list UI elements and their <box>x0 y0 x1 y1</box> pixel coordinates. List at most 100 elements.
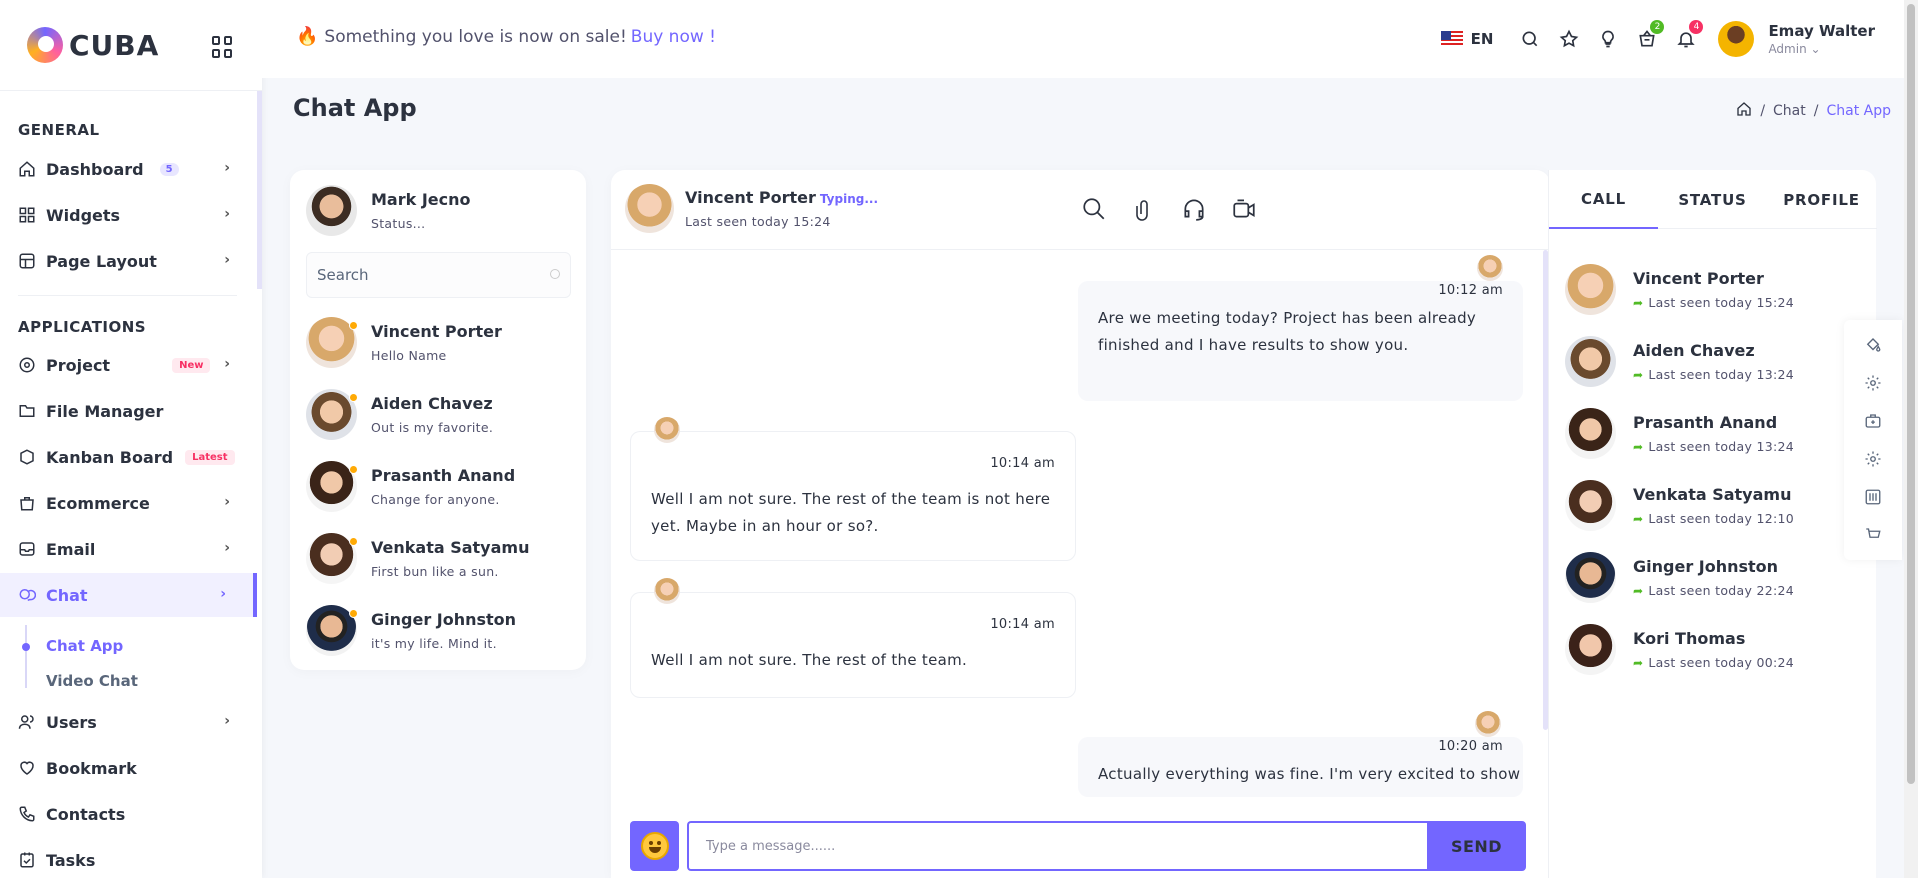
sidebar-item-email[interactable]: Email › <box>0 527 257 571</box>
call-item[interactable]: Vincent Porter ➦ Last seen today 15:24 <box>1565 264 1794 315</box>
medical-box-icon[interactable] <box>1864 412 1882 430</box>
latest-badge: Latest <box>185 449 235 465</box>
message-text: Are we meeting today? Project has been a… <box>1098 309 1477 354</box>
video-camera-icon[interactable] <box>1229 194 1259 224</box>
call-item[interactable]: Aiden Chavez ➦ Last seen today 13:24 <box>1565 336 1794 387</box>
chevron-right-icon: › <box>224 252 230 268</box>
avatar <box>306 533 358 584</box>
paperclip-icon[interactable] <box>1129 194 1159 224</box>
emoji-button[interactable] <box>630 821 679 871</box>
home-icon[interactable] <box>1736 101 1752 121</box>
sidebar-item-label: Contacts <box>46 804 126 824</box>
paint-bucket-icon[interactable] <box>1864 336 1882 354</box>
contact-status: it's my life. Mind it. <box>371 636 497 651</box>
email-icon <box>18 540 36 558</box>
message-input[interactable]: Type a message...... <box>687 821 1427 871</box>
message-time: 10:12 am <box>1438 283 1503 298</box>
call-item[interactable]: Venkata Satyamu ➦ Last seen today 12:10 <box>1565 480 1794 531</box>
contact-status: Out is my favorite. <box>371 420 494 435</box>
contact-search-input[interactable]: Search <box>306 252 571 298</box>
buy-now-link[interactable]: Buy now ! <box>631 27 716 47</box>
call-item[interactable]: Kori Thomas ➦ Last seen today 00:24 <box>1565 624 1794 675</box>
user-menu[interactable]: Emay Walter Admin ⌄ <box>1768 22 1875 56</box>
avatar <box>1565 552 1616 603</box>
cart-icon[interactable]: 2 <box>1636 20 1665 50</box>
sidebar-item-contacts[interactable]: Contacts <box>0 792 257 836</box>
message-placeholder: Type a message...... <box>706 838 836 854</box>
sidebar-scrollbar[interactable] <box>257 91 262 289</box>
sidebar-item-bookmark[interactable]: Bookmark <box>0 746 257 790</box>
sidebar-item-page-layout[interactable]: Page Layout › <box>0 239 257 283</box>
avatar <box>1565 336 1616 387</box>
sidebar-item-label: Page Layout <box>46 251 157 271</box>
contact-item[interactable]: Aiden Chavez Out is my favorite. <box>306 389 493 440</box>
sidebar-item-file-manager[interactable]: File Manager <box>0 389 257 433</box>
sidebar-item-dashboard[interactable]: Dashboard 5 › <box>0 147 257 191</box>
sidebar-item-tasks[interactable]: Tasks <box>0 838 257 878</box>
settings-icon[interactable] <box>1864 450 1882 468</box>
call-name: Aiden Chavez <box>1633 341 1755 360</box>
header-actions: EN 2 4 Emay Walter Admin ⌄ <box>1440 0 1875 78</box>
cart-icon[interactable] <box>1864 526 1882 544</box>
tab-profile[interactable]: PROFILE <box>1767 170 1876 229</box>
outgoing-arrow-icon: ➦ <box>1633 655 1644 670</box>
contact-item[interactable]: Vincent Porter Hello Name <box>306 317 502 368</box>
window-scrollbar[interactable] <box>1904 0 1918 878</box>
sidebar-divider <box>18 295 237 296</box>
call-item[interactable]: Prasanth Anand ➦ Last seen today 13:24 <box>1565 408 1794 459</box>
tab-status[interactable]: STATUS <box>1658 170 1767 229</box>
bell-icon[interactable]: 4 <box>1675 20 1704 50</box>
call-name: Vincent Porter <box>1633 269 1764 288</box>
us-flag-icon[interactable] <box>1440 31 1463 47</box>
my-profile[interactable]: Mark Jecno Status... <box>306 185 471 236</box>
tab-call[interactable]: CALL <box>1549 170 1658 229</box>
avatar <box>1477 255 1503 281</box>
sidebar-subitem-video-chat[interactable]: Video Chat <box>46 672 138 690</box>
sidebar-subitem-chat-app[interactable]: Chat App <box>46 637 123 655</box>
chevron-down-icon: ⌄ <box>1810 42 1821 56</box>
breadcrumb-chat[interactable]: Chat <box>1773 103 1806 119</box>
my-status: Status... <box>371 216 426 231</box>
sliders-icon[interactable] <box>1864 488 1882 506</box>
sidebar-item-ecommerce[interactable]: Ecommerce › <box>0 481 257 525</box>
sidebar-item-project[interactable]: Project New › <box>0 343 257 387</box>
lightbulb-icon[interactable] <box>1597 28 1619 50</box>
cart-count-badge: 2 <box>1650 20 1665 34</box>
contact-name: Ginger Johnston <box>371 610 517 629</box>
call-item[interactable]: Ginger Johnston ➦ Last seen today 22:24 <box>1565 552 1794 603</box>
search-icon[interactable] <box>1519 28 1541 50</box>
last-seen: Last seen today 15:24 <box>685 214 831 229</box>
message-time: 10:14 am <box>990 617 1055 632</box>
online-dot <box>349 393 358 402</box>
avatar <box>306 389 358 440</box>
breadcrumb-separator: / <box>1813 103 1819 119</box>
promo-banner: 🔥 Something you love is now on sale! Buy… <box>296 26 716 47</box>
send-button[interactable]: SEND <box>1427 821 1526 871</box>
contact-item[interactable]: Prasanth Anand Change for anyone. <box>306 461 515 512</box>
outgoing-arrow-icon: ➦ <box>1633 583 1644 598</box>
search-icon[interactable] <box>1079 194 1109 224</box>
search-placeholder: Search <box>317 266 369 284</box>
contacts-panel: Mark Jecno Status... Search Vincent Port… <box>290 170 586 670</box>
submenu-line <box>25 625 27 688</box>
language-selector[interactable]: EN <box>1471 30 1494 48</box>
smiley-icon <box>640 832 669 860</box>
sidebar-item-kanban-board[interactable]: Kanban Board Latest <box>0 435 257 479</box>
contact-item[interactable]: Venkata Satyamu First bun like a sun. <box>306 533 529 584</box>
sidebar-item-users[interactable]: Users › <box>0 700 257 744</box>
outgoing-arrow-icon: ➦ <box>1633 439 1644 454</box>
new-badge: New <box>172 357 211 373</box>
avatar[interactable] <box>1718 21 1755 57</box>
sidebar-item-label: Tasks <box>46 850 96 870</box>
contact-item[interactable]: Ginger Johnston it's my life. Mind it. <box>306 605 516 656</box>
gear-icon[interactable] <box>1864 374 1882 392</box>
grid-menu-icon[interactable] <box>212 36 234 58</box>
user-role: Admin ⌄ <box>1768 42 1821 56</box>
sidebar-item-chat[interactable]: Chat › <box>0 573 257 617</box>
sidebar-item-widgets[interactable]: Widgets › <box>0 193 257 237</box>
sidebar-item-label: File Manager <box>46 401 164 421</box>
headset-icon[interactable] <box>1179 194 1209 224</box>
active-sub-dot <box>22 643 30 651</box>
chevron-right-icon: › <box>224 494 230 510</box>
star-icon[interactable] <box>1558 28 1580 50</box>
